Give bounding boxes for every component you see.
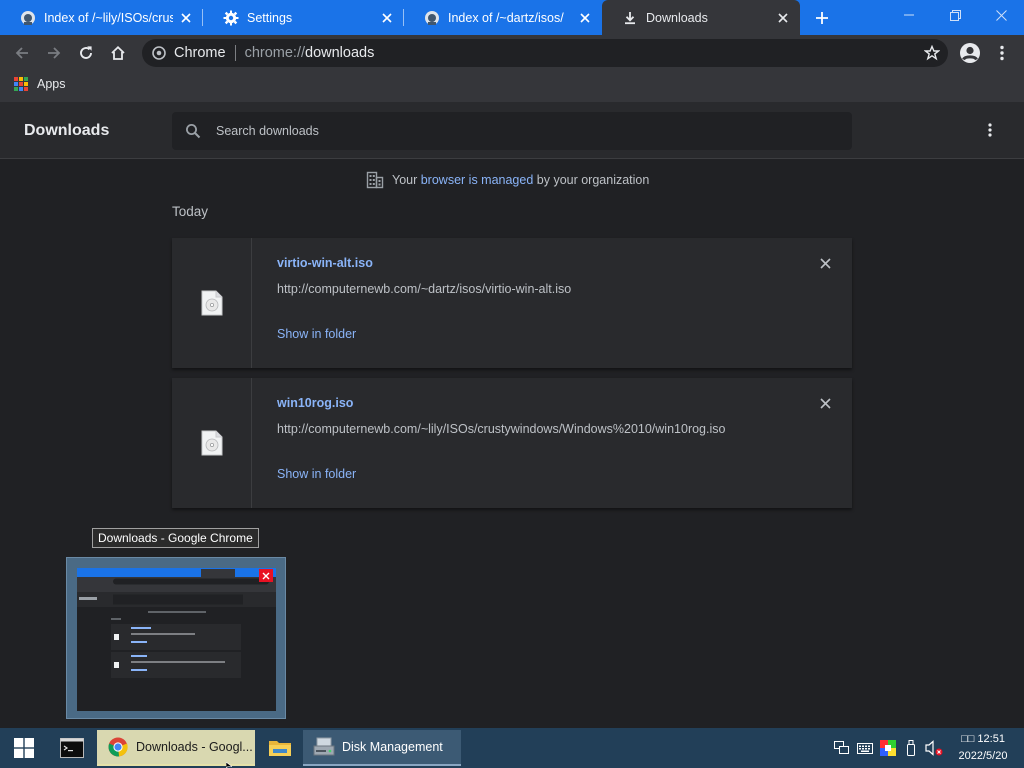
chrome-icon <box>152 46 166 60</box>
close-icon[interactable] <box>578 11 592 25</box>
page-title: Downloads <box>24 122 110 139</box>
more-actions-button[interactable] <box>980 120 1000 140</box>
profile-button[interactable] <box>957 40 983 66</box>
reload-button[interactable] <box>73 40 99 66</box>
taskbar: Downloads - Googl... Disk Management □□ … <box>0 728 1024 768</box>
menu-button[interactable] <box>989 40 1015 66</box>
taskbar-window-preview[interactable] <box>66 557 286 719</box>
apps-label: Apps <box>37 77 66 91</box>
server-icon <box>424 10 440 26</box>
preview-close-button[interactable] <box>259 569 273 582</box>
tab-downloads[interactable]: Downloads <box>602 0 800 35</box>
browser-toolbar: Chrome chrome:// downloads <box>0 35 1024 70</box>
close-icon <box>262 572 270 579</box>
home-button[interactable] <box>105 40 131 66</box>
command-prompt-button[interactable] <box>50 728 94 768</box>
network-icon[interactable] <box>833 739 851 757</box>
server-icon <box>20 10 36 26</box>
managed-text-after: by your organization <box>533 173 650 187</box>
url-separator <box>234 45 236 61</box>
disc-file-icon <box>201 430 222 456</box>
tab-strip: Index of /~lily/ISOs/crus Settings Index… <box>0 0 1024 35</box>
taskbar-app-label: Downloads - Googl... <box>136 740 253 754</box>
tab-title: Index of /~lily/ISOs/crus <box>44 10 173 25</box>
download-icon <box>622 10 638 26</box>
show-in-folder-link[interactable]: Show in folder <box>277 327 356 341</box>
new-tab-button[interactable] <box>810 6 834 30</box>
bookmarks-bar: Apps <box>0 70 1024 102</box>
keyboard-icon[interactable] <box>856 739 874 757</box>
download-item: virtio-win-alt.iso http://computernewb.c… <box>172 238 852 368</box>
show-in-folder-link[interactable]: Show in folder <box>277 467 356 481</box>
color-palette-icon[interactable] <box>879 739 897 757</box>
close-icon[interactable] <box>179 11 193 25</box>
site-name: Chrome <box>174 45 226 61</box>
system-clock[interactable]: □□ 12:51 2022/5/20 <box>950 731 1016 765</box>
taskbar-app-label: Disk Management <box>342 740 443 754</box>
address-bar[interactable]: Chrome chrome:// downloads <box>142 39 948 67</box>
file-name-link[interactable]: virtio-win-alt.iso <box>277 256 373 270</box>
managed-link[interactable]: browser is managed <box>421 173 534 187</box>
download-item: win10rog.iso http://computernewb.com/~li… <box>172 378 852 508</box>
remove-from-list-button[interactable] <box>818 256 832 270</box>
browser-window-thumbnail-icon <box>77 568 276 678</box>
url-scheme: chrome:// <box>244 45 306 61</box>
clock-date: 2022/5/20 <box>958 750 1008 762</box>
disc-file-icon <box>201 290 222 316</box>
taskbar-app-chrome[interactable]: Downloads - Googl... <box>97 730 255 766</box>
folder-icon <box>269 741 291 756</box>
file-source-url[interactable]: http://computernewb.com/~dartz/isos/virt… <box>277 282 571 296</box>
start-button[interactable] <box>0 728 48 768</box>
windows-logo-icon <box>14 738 34 758</box>
search-icon <box>184 122 202 140</box>
chrome-icon <box>107 736 129 758</box>
close-icon[interactable] <box>380 11 394 25</box>
file-source-url[interactable]: http://computernewb.com/~lily/ISOs/crust… <box>277 422 725 436</box>
file-thumbnail <box>172 378 252 508</box>
back-button[interactable] <box>9 40 35 66</box>
bookmark-star-icon[interactable] <box>923 44 941 61</box>
tab-lily-isos[interactable]: Index of /~lily/ISOs/crus <box>0 0 203 35</box>
tab-settings[interactable]: Settings <box>203 0 404 35</box>
apps-grid-icon <box>14 77 28 91</box>
tab-title: Settings <box>247 10 293 25</box>
forward-button[interactable] <box>41 40 67 66</box>
tab-title: Downloads <box>646 10 708 25</box>
search-input[interactable] <box>216 124 816 138</box>
apps-shortcut[interactable]: Apps <box>14 77 66 91</box>
date-section-label: Today <box>172 204 209 219</box>
disk-management-icon <box>313 736 335 758</box>
restore-button[interactable] <box>932 0 978 30</box>
tab-dartz-isos[interactable]: Index of /~dartz/isos/ <box>404 0 602 35</box>
url-path: downloads <box>305 45 375 61</box>
building-icon <box>366 171 384 189</box>
command-prompt-icon <box>60 738 84 758</box>
clock-time: □□ 12:51 <box>961 733 1005 745</box>
preview-thumbnail <box>77 568 276 711</box>
close-icon <box>819 397 831 409</box>
close-window-button[interactable] <box>978 0 1024 30</box>
volume-muted-icon[interactable] <box>925 739 943 757</box>
tab-title: Index of /~dartz/isos/ <box>448 10 564 25</box>
remove-from-list-button[interactable] <box>818 396 832 410</box>
search-downloads-box[interactable] <box>172 112 852 150</box>
managed-notice: Your browser is managed by your organiza… <box>366 171 649 189</box>
gear-icon <box>223 10 239 26</box>
taskbar-tooltip: Downloads - Google Chrome <box>92 528 259 548</box>
file-explorer-button[interactable] <box>262 728 298 768</box>
downloads-header: Downloads <box>0 102 1024 159</box>
usb-device-icon[interactable] <box>902 739 920 757</box>
minimize-button[interactable] <box>886 0 932 30</box>
close-icon[interactable] <box>776 11 790 25</box>
mouse-pointer-icon <box>226 762 232 768</box>
managed-text-before: Your <box>392 173 421 187</box>
taskbar-app-disk-management[interactable]: Disk Management <box>303 730 461 766</box>
file-thumbnail <box>172 238 252 368</box>
close-icon <box>819 257 831 269</box>
file-name-link[interactable]: win10rog.iso <box>277 396 353 410</box>
